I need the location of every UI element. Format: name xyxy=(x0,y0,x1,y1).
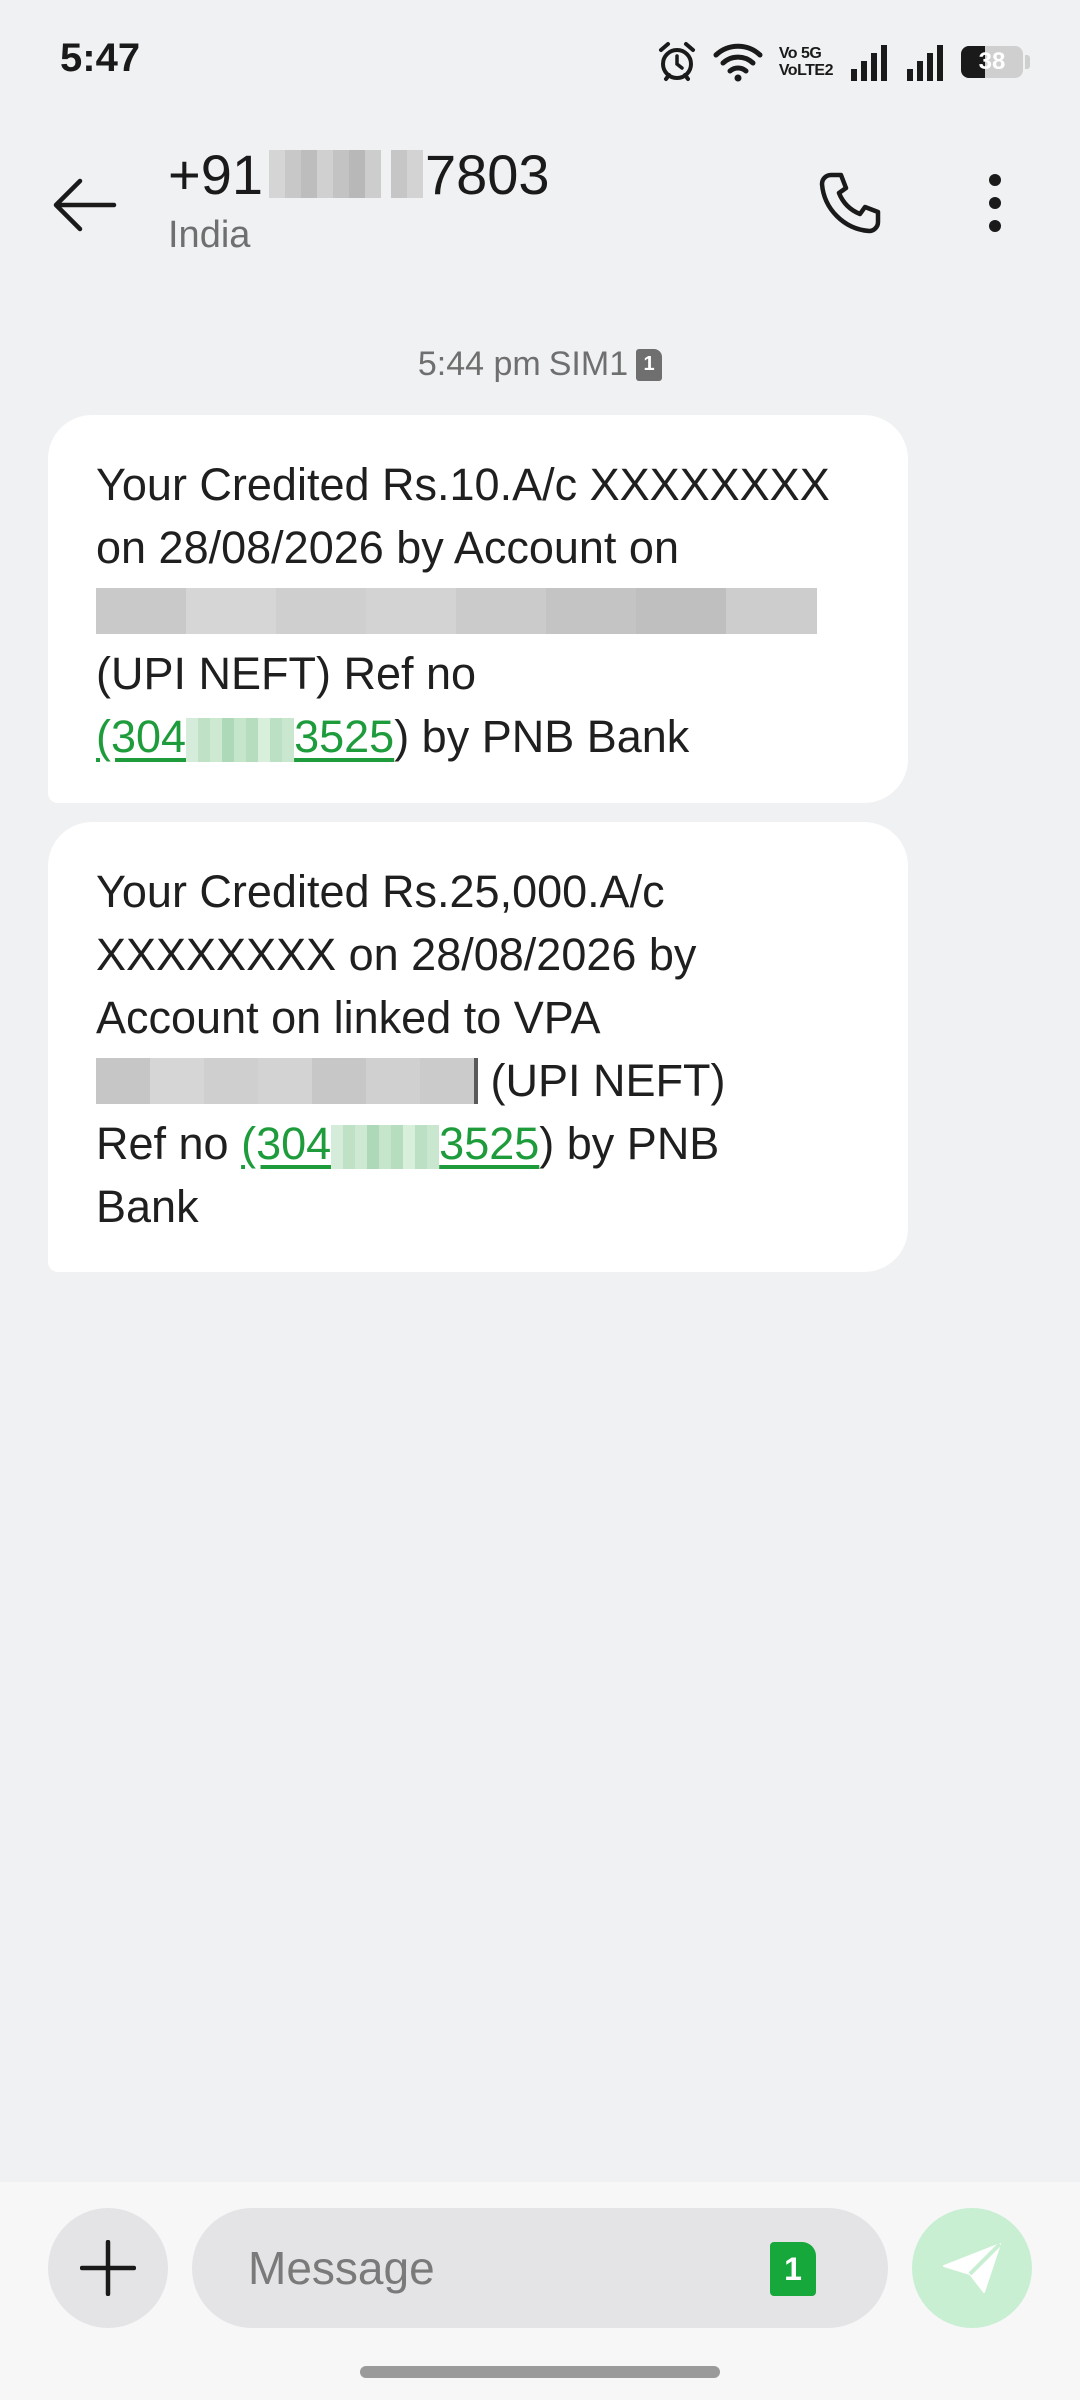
contact-info[interactable]: +91 7803 India xyxy=(168,138,550,257)
message-line: Your Credited Rs.25,000.A/c xyxy=(96,866,665,917)
ref-close: 3525 xyxy=(294,711,395,762)
add-attachment-button[interactable] xyxy=(48,2208,168,2328)
message-line: Account on linked to VPA xyxy=(96,992,601,1043)
alarm-icon xyxy=(658,42,695,81)
message-input-container: 1 xyxy=(192,2208,888,2328)
redacted-line xyxy=(96,579,860,642)
send-icon xyxy=(943,2242,1002,2293)
message-input[interactable] xyxy=(246,2240,730,2296)
signal-sim2-icon xyxy=(907,45,943,81)
message-line: Bank xyxy=(96,1181,199,1232)
status-time: 5:47 xyxy=(60,36,141,80)
phone-icon xyxy=(819,172,881,234)
message-line-vpa: (UPI NEFT) xyxy=(96,1049,860,1112)
signal-sim1-icon xyxy=(851,45,887,81)
redacted-number-segment xyxy=(269,150,381,198)
contact-number: +91 7803 xyxy=(168,138,550,210)
volte-line-2: VoLTE2 xyxy=(778,62,834,79)
ref-open: (304 xyxy=(96,711,187,762)
reference-number-link[interactable]: (304 3525 xyxy=(241,1118,540,1170)
sim-badge-number: 1 xyxy=(643,353,655,375)
message-tail: ) by PNB xyxy=(539,1118,720,1169)
wifi-icon xyxy=(713,43,763,82)
send-button[interactable] xyxy=(912,2208,1032,2328)
message-tail: ) by PNB Bank xyxy=(394,711,690,762)
message-line: XXXXXXXX on 28/08/2026 by xyxy=(96,929,697,980)
redacted-reference xyxy=(186,718,295,763)
status-icons: Vo 5G VoLTE2 38 xyxy=(657,40,1030,84)
message-bubble[interactable]: Your Credited Rs.10.A/c XXXXXXXX on 28/0… xyxy=(48,415,908,803)
conversation-header: +91 7803 India xyxy=(0,130,1080,270)
sim-select-button[interactable]: 1 xyxy=(770,2242,816,2296)
volte-line-1: Vo 5G xyxy=(778,45,822,62)
sim-icon: 1 xyxy=(636,348,663,381)
ref-prefix: Ref no xyxy=(96,1118,242,1169)
contact-number-suffix: 7803 xyxy=(425,142,550,206)
redacted-vpa xyxy=(96,1057,478,1104)
more-vertical-icon xyxy=(989,174,1001,232)
more-options-button[interactable] xyxy=(950,158,1040,248)
back-button[interactable] xyxy=(40,160,130,250)
home-indicator[interactable] xyxy=(360,2366,720,2378)
battery-icon: 38 xyxy=(961,46,1023,78)
ref-open: (304 xyxy=(241,1118,332,1169)
message-line-ref: (304 3525) by PNB Bank xyxy=(96,705,860,768)
timestamp-sim-label: SIM1 xyxy=(548,345,629,383)
message-text-after-vpa: (UPI NEFT) xyxy=(478,1055,726,1106)
call-button[interactable] xyxy=(805,158,895,248)
sim-select-number: 1 xyxy=(784,2250,802,2287)
redacted-reference xyxy=(331,1125,440,1170)
timestamp-time: 5:44 pm xyxy=(417,345,541,383)
message-timestamp: 5:44 pm SIM1 1 xyxy=(0,345,1080,384)
volte-icon: Vo 5G VoLTE2 xyxy=(778,45,834,79)
status-bar: 5:47 Vo 5G VoLTE2 38 xyxy=(0,0,1080,120)
message-line: (UPI NEFT) Ref no xyxy=(96,648,477,699)
message-line-ref: Ref no (304 3525) by PNB xyxy=(96,1112,860,1175)
plus-icon xyxy=(80,2240,136,2296)
battery-percent: 38 xyxy=(978,48,1006,75)
contact-region: India xyxy=(168,214,251,256)
battery-tip xyxy=(1025,55,1030,69)
message-line: on 28/08/2026 by Account on xyxy=(96,522,679,573)
arrow-left-icon xyxy=(53,178,117,232)
message-bubble[interactable]: Your Credited Rs.25,000.A/c XXXXXXXX on … xyxy=(48,822,908,1272)
ref-close: 3525 xyxy=(439,1118,540,1169)
message-line: Your Credited Rs.10.A/c XXXXXXXX xyxy=(96,459,830,510)
redacted-number-segment-2 xyxy=(391,150,423,198)
contact-number-prefix: +91 xyxy=(168,142,263,206)
redacted-text-block xyxy=(96,587,817,634)
reference-number-link[interactable]: (304 3525 xyxy=(96,711,395,763)
